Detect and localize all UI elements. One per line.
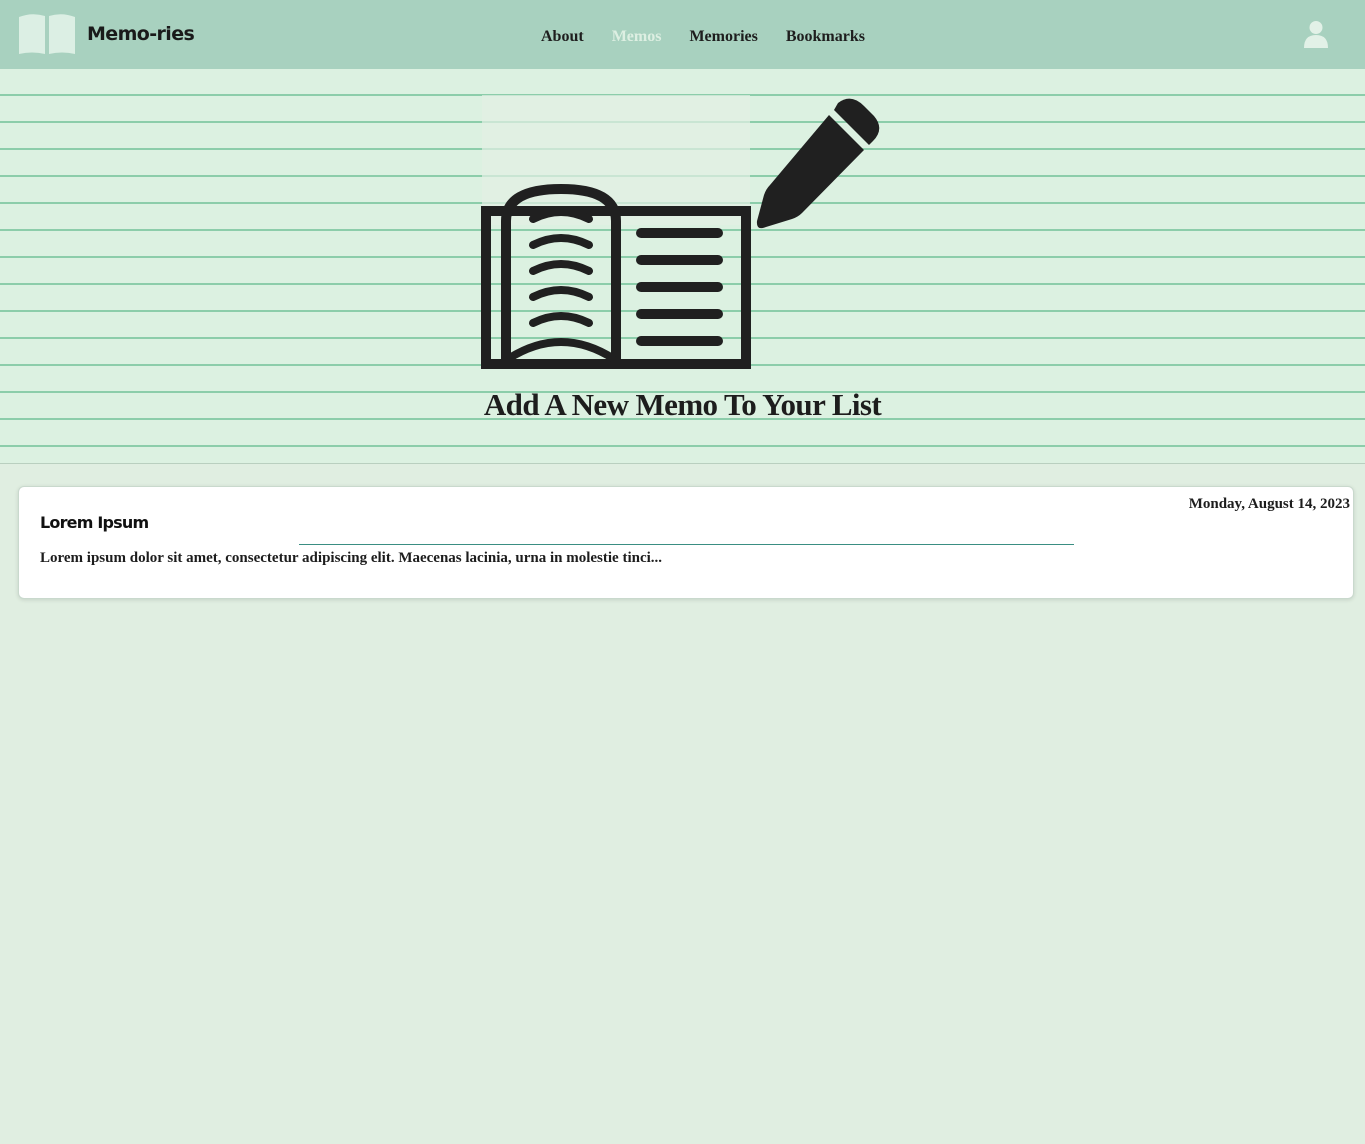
memo-excerpt: Lorem ipsum dolor sit amet, consectetur …: [40, 550, 663, 566]
navbar: Memo-ries About Memos Memories Bookmarks: [0, 0, 1365, 69]
memo-card[interactable]: Monday, August 14, 2023 Lorem Ipsum Lore…: [18, 486, 1354, 599]
memo-date: Monday, August 14, 2023: [1188, 496, 1350, 512]
open-book-icon: [481, 183, 751, 369]
memo-title: Lorem Ipsum: [40, 513, 149, 532]
nav-link-bookmarks[interactable]: Bookmarks: [786, 27, 865, 47]
pencil-icon: [756, 98, 880, 229]
nav-link-about[interactable]: About: [541, 27, 584, 47]
brand[interactable]: Memo-ries: [17, 12, 195, 56]
memo-divider: [299, 544, 1074, 545]
add-memo-illustration: [481, 95, 880, 369]
user-icon[interactable]: [1302, 20, 1330, 48]
add-memo-banner[interactable]: Add A New Memo To Your List: [0, 69, 1365, 464]
brand-name: Memo-ries: [87, 23, 195, 45]
nav-links: About Memos Memories Bookmarks: [541, 27, 893, 47]
nav-link-memories[interactable]: Memories: [689, 27, 757, 47]
nav-link-memos[interactable]: Memos: [612, 27, 662, 47]
open-book-icon: [19, 14, 75, 55]
hero-title: Add A New Memo To Your List: [483, 387, 882, 422]
